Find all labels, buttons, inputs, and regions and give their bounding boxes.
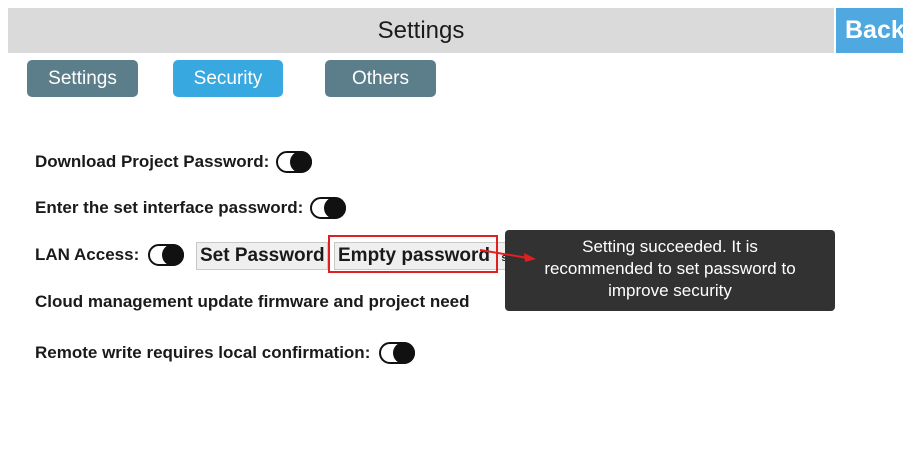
back-button[interactable]: Back (836, 8, 903, 53)
cloud-management-label: Cloud management update firmware and pro… (35, 292, 470, 311)
remote-write-label: Remote write requires local confirmation… (35, 343, 371, 362)
enter-set-interface-password-label: Enter the set interface password: (35, 198, 304, 217)
lan-access-label: LAN Access: (35, 245, 140, 264)
page-title: Settings (377, 17, 465, 44)
download-project-password-row: Download Project Password: (35, 151, 313, 173)
tab-others[interactable]: Others (325, 60, 436, 97)
highlight-box (328, 235, 498, 273)
toast-line-2: recommended to set password to (544, 259, 796, 278)
lan-access-row: LAN Access: (35, 244, 185, 266)
download-project-password-label: Download Project Password: (35, 152, 270, 171)
set-password-button[interactable]: Set Password (196, 242, 328, 270)
remote-write-toggle-icon[interactable] (379, 342, 416, 364)
remote-write-row: Remote write requires local confirmation… (35, 342, 416, 364)
download-project-password-toggle-icon[interactable] (276, 151, 313, 173)
arrow-icon (479, 249, 536, 262)
toast-line-1: Setting succeeded. It is (582, 237, 758, 256)
cloud-management-row: Cloud management update firmware and pro… (35, 292, 470, 312)
enter-set-interface-password-toggle-icon[interactable] (310, 197, 347, 219)
tab-settings[interactable]: Settings (27, 60, 138, 97)
toast-message: Setting succeeded. It is recommended to … (505, 230, 835, 311)
header-bar: Settings (8, 8, 834, 53)
toast-line-3: improve security (608, 281, 732, 300)
enter-set-interface-password-row: Enter the set interface password: (35, 197, 347, 219)
lan-access-toggle-icon[interactable] (148, 244, 185, 266)
tab-security[interactable]: Security (173, 60, 283, 97)
